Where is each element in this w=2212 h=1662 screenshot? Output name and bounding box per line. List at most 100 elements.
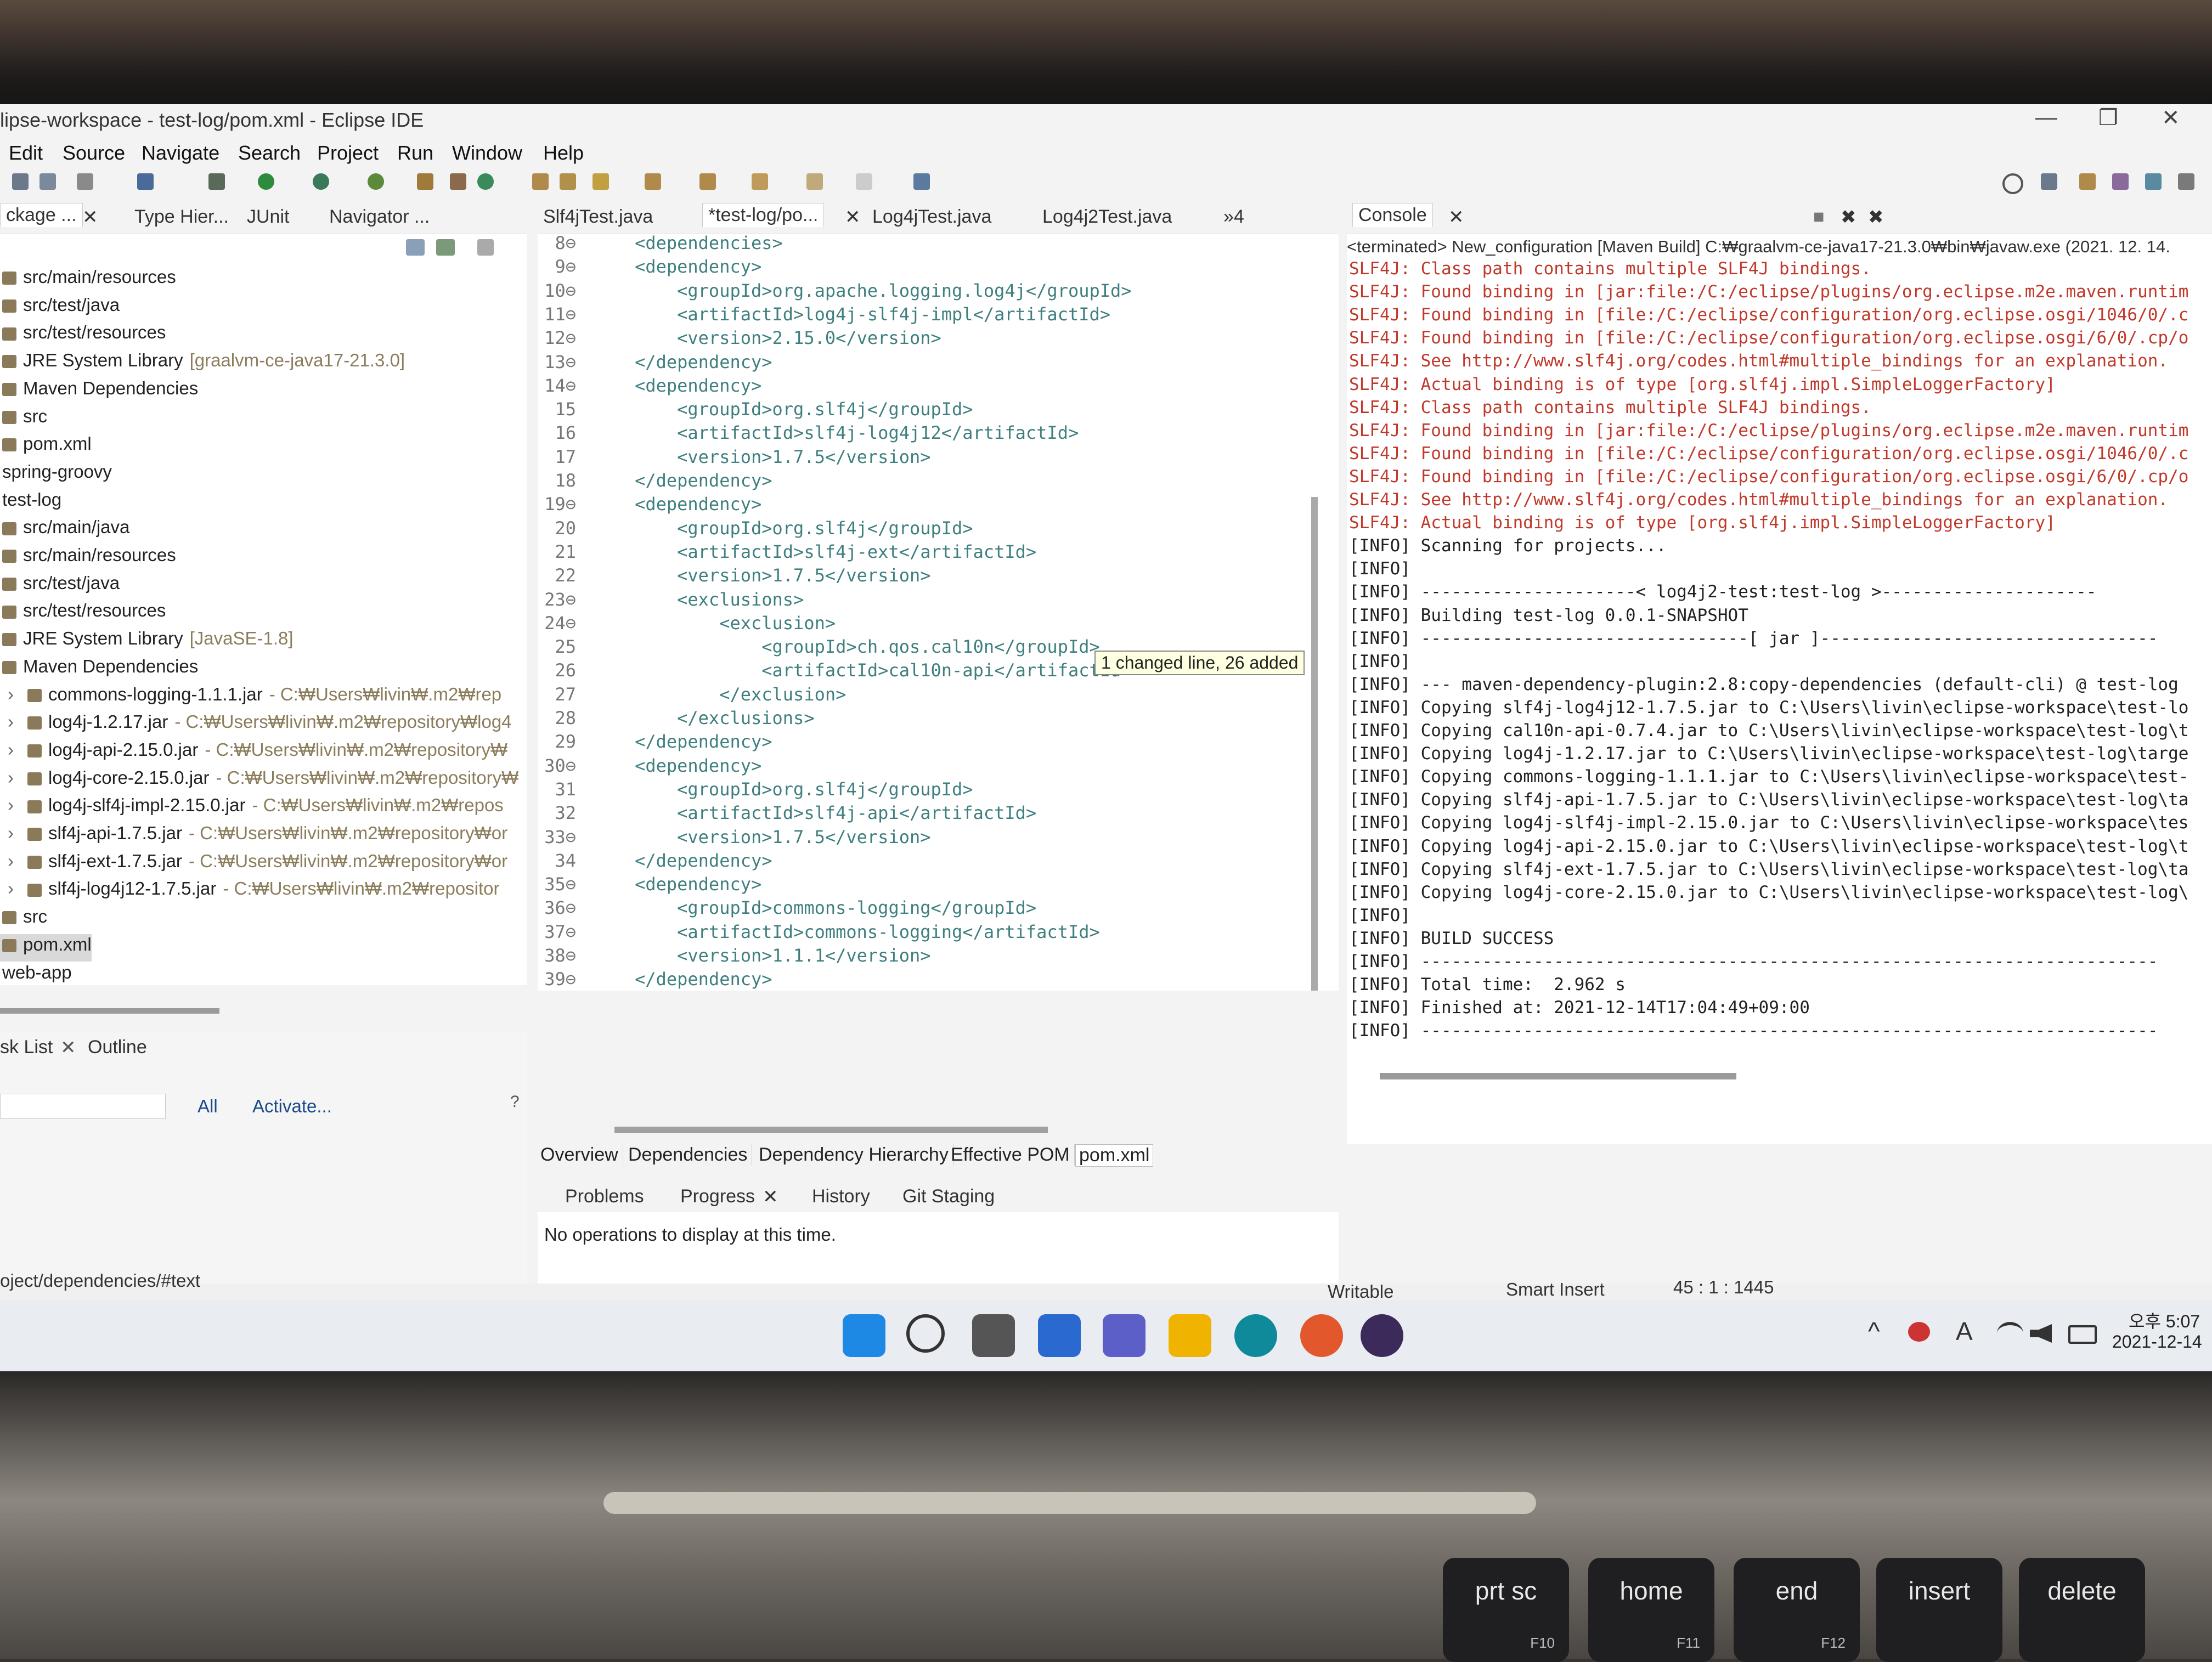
tree-item[interactable]: › log4j-slf4j-impl-2.15.0.jar - C:₩Users₩… [0,795,504,822]
last-edit-icon[interactable] [752,173,768,190]
open-task-icon[interactable] [560,173,576,190]
progress-close-icon[interactable]: ✕ [763,1186,778,1208]
tree-item[interactable]: Maven Dependencies [0,656,198,683]
menu-project[interactable]: Project [317,142,379,165]
start-icon[interactable] [843,1314,885,1357]
clock-date[interactable]: 2021-12-14 [2112,1332,2202,1352]
tab-log4j2test[interactable]: Log4j2Test.java [1042,206,1172,228]
menu-help[interactable]: Help [543,142,584,165]
tree-item[interactable]: src/main/resources [0,267,176,294]
tree-item[interactable]: web-app [0,962,72,986]
menu-run[interactable]: Run [397,142,433,165]
task-list-close-icon[interactable]: ✕ [60,1037,76,1059]
tab-task-list[interactable]: sk List [0,1037,53,1058]
pom-tab[interactable]: Effective POM [951,1144,1075,1166]
remove-launch-icon[interactable]: ✖ [1841,206,1857,228]
tab-overflow-icon[interactable]: »4 [1223,206,1244,228]
external-tools-icon[interactable] [368,173,384,190]
battery-icon[interactable] [2068,1325,2097,1344]
debug-icon[interactable] [208,173,225,190]
tree-item[interactable]: › slf4j-api-1.7.5.jar - C:₩Users₩livin₩.m… [0,823,507,850]
task-filter-input[interactable] [0,1094,166,1119]
terminal-icon[interactable] [137,173,154,190]
tree-item[interactable]: › log4j-core-2.15.0.jar - C:₩Users₩livin₩… [0,767,518,795]
tree-item[interactable]: Maven Dependencies [0,378,198,405]
wifi-icon[interactable] [1997,1322,2023,1345]
tab-problems[interactable]: Problems [565,1186,644,1207]
search-icon[interactable] [2002,173,2023,194]
view-menu-icon[interactable] [477,239,494,256]
search-taskbar-icon[interactable] [906,1314,945,1353]
new-package-icon[interactable] [450,173,466,190]
file-explorer-icon[interactable] [1169,1314,1211,1357]
debug-perspective-icon[interactable] [2112,173,2129,190]
java-perspective-icon[interactable] [2079,173,2096,190]
expand-chevron-icon[interactable]: › [8,878,14,899]
editor-scrollbar[interactable] [1311,497,1318,991]
ime-indicator[interactable]: A [1956,1316,1973,1346]
tree-item[interactable]: src/test/resources [0,322,166,349]
tree-item[interactable]: › slf4j-ext-1.7.5.jar - C:₩Users₩livin₩.m… [0,851,507,878]
volume-icon[interactable] [2030,1324,2052,1343]
expand-chevron-icon[interactable]: › [8,739,14,760]
tree-item[interactable]: src [0,406,47,433]
menu-search[interactable]: Search [238,142,301,165]
run-icon[interactable] [258,173,274,190]
pom-tab[interactable]: Dependency Hierarchy [759,1144,953,1166]
editor-horizontal-scrollbar[interactable] [614,1127,1048,1133]
tray-chevron-icon[interactable]: ^ [1868,1316,1880,1346]
expand-chevron-icon[interactable]: › [8,767,14,788]
save-icon[interactable] [12,173,29,190]
activate-link[interactable]: Activate... [252,1096,332,1117]
next-annotation-icon[interactable] [645,173,661,190]
tree-item[interactable]: src [0,906,47,934]
pom-tab[interactable]: Overview [540,1144,623,1166]
expand-chevron-icon[interactable]: › [8,823,14,844]
back-icon[interactable] [806,173,823,190]
tree-item[interactable]: src/test/java [0,295,120,322]
console-output[interactable]: SLF4J: Class path contains multiple SLF4… [1347,259,2203,1082]
tab-close-icon[interactable]: ✕ [82,206,98,228]
restore-icon[interactable]: ❐ [2098,105,2118,131]
terminate-icon[interactable]: ■ [1813,206,1825,228]
tab-slf4jtest[interactable]: Slf4jTest.java [543,206,653,228]
tree-item[interactable]: JRE System Library [graalvm-ce-java17-21.… [0,350,405,377]
print-icon[interactable] [77,173,93,190]
tab-package-explorer[interactable]: ckage ... [0,203,83,227]
tree-item[interactable]: pom.xml [0,934,92,962]
tree-item[interactable]: pom.xml [0,433,92,461]
menu-navigate[interactable]: Navigate [142,142,219,165]
tree-horizontal-scrollbar[interactable] [0,1008,219,1014]
eclipse-icon[interactable] [1361,1314,1403,1357]
remove-all-icon[interactable]: ✖ [1868,206,1884,228]
all-tasks-link[interactable]: All [198,1096,218,1117]
coverage-icon[interactable] [313,173,329,190]
tab-progress[interactable]: Progress [680,1186,755,1207]
search-toolbar-icon[interactable] [592,173,609,190]
close-icon[interactable]: ✕ [2162,105,2180,131]
tree-item[interactable]: src/main/resources [0,545,176,572]
expand-chevron-icon[interactable]: › [8,795,14,816]
collapse-all-icon[interactable] [406,239,425,256]
help-icon[interactable]: ? [510,1093,520,1111]
tree-item[interactable]: src/test/resources [0,600,166,628]
new-class-icon[interactable] [477,173,494,190]
menu-edit[interactable]: Edit [9,142,43,165]
open-perspective-icon[interactable] [2041,173,2057,190]
tab-junit[interactable]: JUnit [247,206,289,228]
tab-log4jtest[interactable]: Log4jTest.java [872,206,991,228]
tray-app-icon[interactable] [1908,1322,1930,1342]
expand-chevron-icon[interactable]: › [8,851,14,872]
tree-item[interactable]: spring-groovy [0,461,112,489]
tree-item[interactable]: test-log [0,489,61,517]
tree-item[interactable]: › slf4j-log4j12-1.7.5.jar - C:₩Users₩livi… [0,878,500,906]
widgets-icon[interactable] [1038,1314,1081,1357]
console-close-icon[interactable]: ✕ [1448,206,1464,228]
tab-history[interactable]: History [812,1186,870,1207]
tab-pom-xml[interactable]: *test-log/po... [702,203,825,227]
firefox-icon[interactable] [1300,1314,1343,1357]
chat-icon[interactable] [1103,1314,1146,1357]
new-java-project-icon[interactable] [417,173,433,190]
resource-perspective-icon[interactable] [2178,173,2194,190]
tab-navigator[interactable]: Navigator ... [329,206,430,228]
